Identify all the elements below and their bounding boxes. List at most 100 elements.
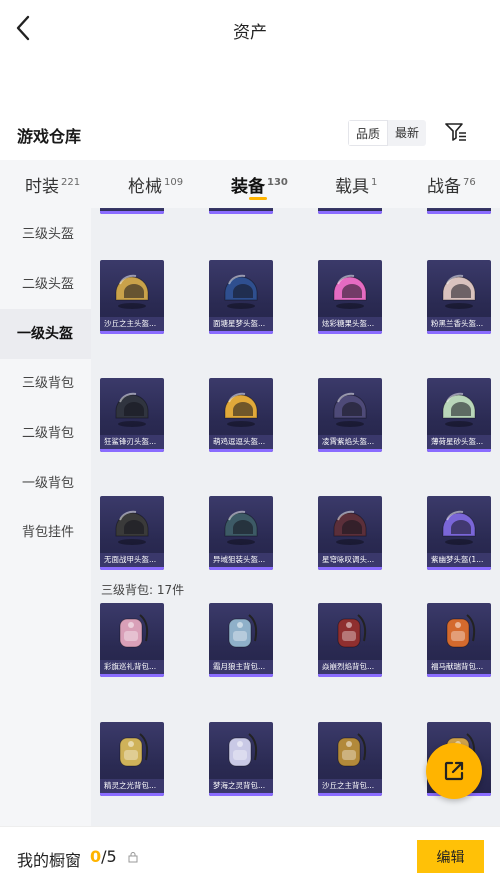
item-name: 面塘星梦头盔... xyxy=(209,317,273,331)
item-name: 星穹咏叹调头... xyxy=(318,553,382,567)
item-name: 异域狙装头盔... xyxy=(209,553,273,567)
backpack-icon xyxy=(228,614,258,648)
item-name: 凌霄紫焰头盔... xyxy=(318,435,382,449)
backpack-icon xyxy=(337,614,367,648)
sidebar-item-level2-helmet[interactable]: 二级头盔 xyxy=(0,260,91,310)
top-bar: 资产 xyxy=(0,0,500,60)
helmet-icon xyxy=(333,274,367,309)
category-tabs: 时装 221 枪械 109 装备 130 载具 1 战备 76 xyxy=(0,160,500,208)
item-name: 梦海之灵背包... xyxy=(209,779,273,793)
tab-count: 76 xyxy=(463,177,476,188)
item-card[interactable]: 沙丘之主背包... xyxy=(318,722,382,796)
backpack-group-label: 三级背包: 17件 xyxy=(101,583,185,597)
helmet-icon xyxy=(442,510,476,545)
backpack-icon xyxy=(119,733,149,767)
item-card-partial[interactable] xyxy=(100,208,164,214)
helmet-icon xyxy=(224,510,258,545)
filter-icon[interactable] xyxy=(444,120,468,144)
helmet-icon xyxy=(442,392,476,427)
item-card[interactable]: 狂鲨锋刃头盔... xyxy=(100,378,164,452)
closet-bar: 我的橱窗 0/5 编辑 xyxy=(0,826,500,885)
tab-count: 221 xyxy=(61,177,81,188)
share-out-icon xyxy=(444,761,464,781)
helmet-icon xyxy=(333,510,367,545)
share-button[interactable] xyxy=(426,743,482,799)
item-card[interactable]: 焱崩烈焰背包... xyxy=(318,603,382,677)
sort-latest[interactable]: 最新 xyxy=(388,120,426,146)
sidebar-item-backpack-charm[interactable]: 背包挂件 xyxy=(0,508,91,558)
item-card[interactable]: 梦海之灵背包... xyxy=(209,722,273,796)
warehouse-header: 游戏仓库 品质 最新 xyxy=(0,118,500,154)
tab-count: 130 xyxy=(267,177,288,188)
item-card[interactable]: 萌鸡逗逗头盔... xyxy=(209,378,273,452)
item-name: 霜月狼主背包... xyxy=(209,660,273,674)
tab-label: 枪械 xyxy=(128,177,162,197)
item-card[interactable]: 凌霄紫焰头盔... xyxy=(318,378,382,452)
item-name: 沙丘之主头盔... xyxy=(100,317,164,331)
lock-icon xyxy=(128,852,138,863)
item-card[interactable]: 彩旗巡礼背包... xyxy=(100,603,164,677)
item-name: 萌鸡逗逗头盔... xyxy=(209,435,273,449)
backpack-icon xyxy=(337,733,367,767)
warehouse-title: 游戏仓库 xyxy=(17,127,82,146)
helmet-icon xyxy=(224,274,258,309)
item-card[interactable]: 精灵之光背包... xyxy=(100,722,164,796)
sidebar-item-level3-backpack[interactable]: 三级背包 xyxy=(0,359,91,409)
sort-quality[interactable]: 品质 xyxy=(348,120,389,146)
item-card[interactable]: 薄荷星砂头盔... xyxy=(427,378,491,452)
backpack-icon xyxy=(446,614,476,648)
page-title: 资产 xyxy=(233,23,267,43)
item-card[interactable]: 粉黑兰香头盔... xyxy=(427,260,491,334)
tab-vehicles[interactable]: 载具 1 xyxy=(335,172,377,197)
sort-toggle: 品质 最新 xyxy=(348,120,427,146)
item-name: 彩旗巡礼背包... xyxy=(100,660,164,674)
sidebar-item-level1-helmet[interactable]: 一级头盔 xyxy=(0,309,91,359)
backpack-icon xyxy=(228,733,258,767)
sidebar-item-level3-helmet[interactable]: 三级头盔 xyxy=(0,210,91,260)
tab-supplies[interactable]: 战备 76 xyxy=(427,172,476,197)
tab-label: 战备 xyxy=(427,177,461,197)
tab-guns[interactable]: 枪械 109 xyxy=(128,172,183,197)
item-name: 薄荷星砂头盔... xyxy=(427,435,491,449)
item-name: 精灵之光背包... xyxy=(100,779,164,793)
helmet-icon xyxy=(115,510,149,545)
helmet-icon xyxy=(333,392,367,427)
item-card[interactable]: 紫幽梦头盔(1... xyxy=(427,496,491,570)
tab-equipment[interactable]: 装备 130 xyxy=(231,172,288,197)
tab-label: 装备 xyxy=(231,177,265,197)
helmet-icon xyxy=(442,274,476,309)
edit-button[interactable]: 编辑 xyxy=(417,840,484,873)
item-card[interactable]: 星穹咏叹调头... xyxy=(318,496,382,570)
tab-count: 1 xyxy=(371,177,378,188)
item-card[interactable]: 无面战甲头盔... xyxy=(100,496,164,570)
item-name: 沙丘之主背包... xyxy=(318,779,382,793)
item-card[interactable]: 面塘星梦头盔... xyxy=(209,260,273,334)
closet-count: 0/5 xyxy=(90,847,117,866)
item-card[interactable]: 炫彩糖果头盔... xyxy=(318,260,382,334)
item-grid: 三级背包: 17件 沙丘之主头盔... 面塘星梦头盔... 炫彩糖果头盔... 粉黑兰… xyxy=(91,208,500,826)
item-name: 粉黑兰香头盔... xyxy=(427,317,491,331)
helmet-icon xyxy=(115,392,149,427)
item-card[interactable]: 福马献瑞背包... xyxy=(427,603,491,677)
subcategory-sidebar: 三级头盔 二级头盔 一级头盔 三级背包 二级背包 一级背包 背包挂件 xyxy=(0,208,91,826)
item-name: 紫幽梦头盔(1... xyxy=(427,553,491,567)
item-card[interactable]: 异域狙装头盔... xyxy=(209,496,273,570)
tab-fashion[interactable]: 时装 221 xyxy=(25,172,80,197)
item-name: 福马献瑞背包... xyxy=(427,660,491,674)
closet-current: 0 xyxy=(90,847,102,866)
item-card-partial[interactable] xyxy=(318,208,382,214)
item-card-partial[interactable] xyxy=(427,208,491,214)
closet-total: /5 xyxy=(101,847,117,866)
item-name: 狂鲨锋刃头盔... xyxy=(100,435,164,449)
sidebar-item-level2-backpack[interactable]: 二级背包 xyxy=(0,409,91,459)
helmet-icon xyxy=(115,274,149,309)
item-card[interactable]: 霜月狼主背包... xyxy=(209,603,273,677)
tab-count: 109 xyxy=(164,177,184,188)
item-card[interactable]: 沙丘之主头盔... xyxy=(100,260,164,334)
sidebar-item-level1-backpack[interactable]: 一级背包 xyxy=(0,459,91,509)
item-name: 无面战甲头盔... xyxy=(100,553,164,567)
item-name: 炫彩糖果头盔... xyxy=(318,317,382,331)
item-card-partial[interactable] xyxy=(209,208,273,214)
item-name: 焱崩烈焰背包... xyxy=(318,660,382,674)
active-tab-indicator xyxy=(249,197,267,200)
